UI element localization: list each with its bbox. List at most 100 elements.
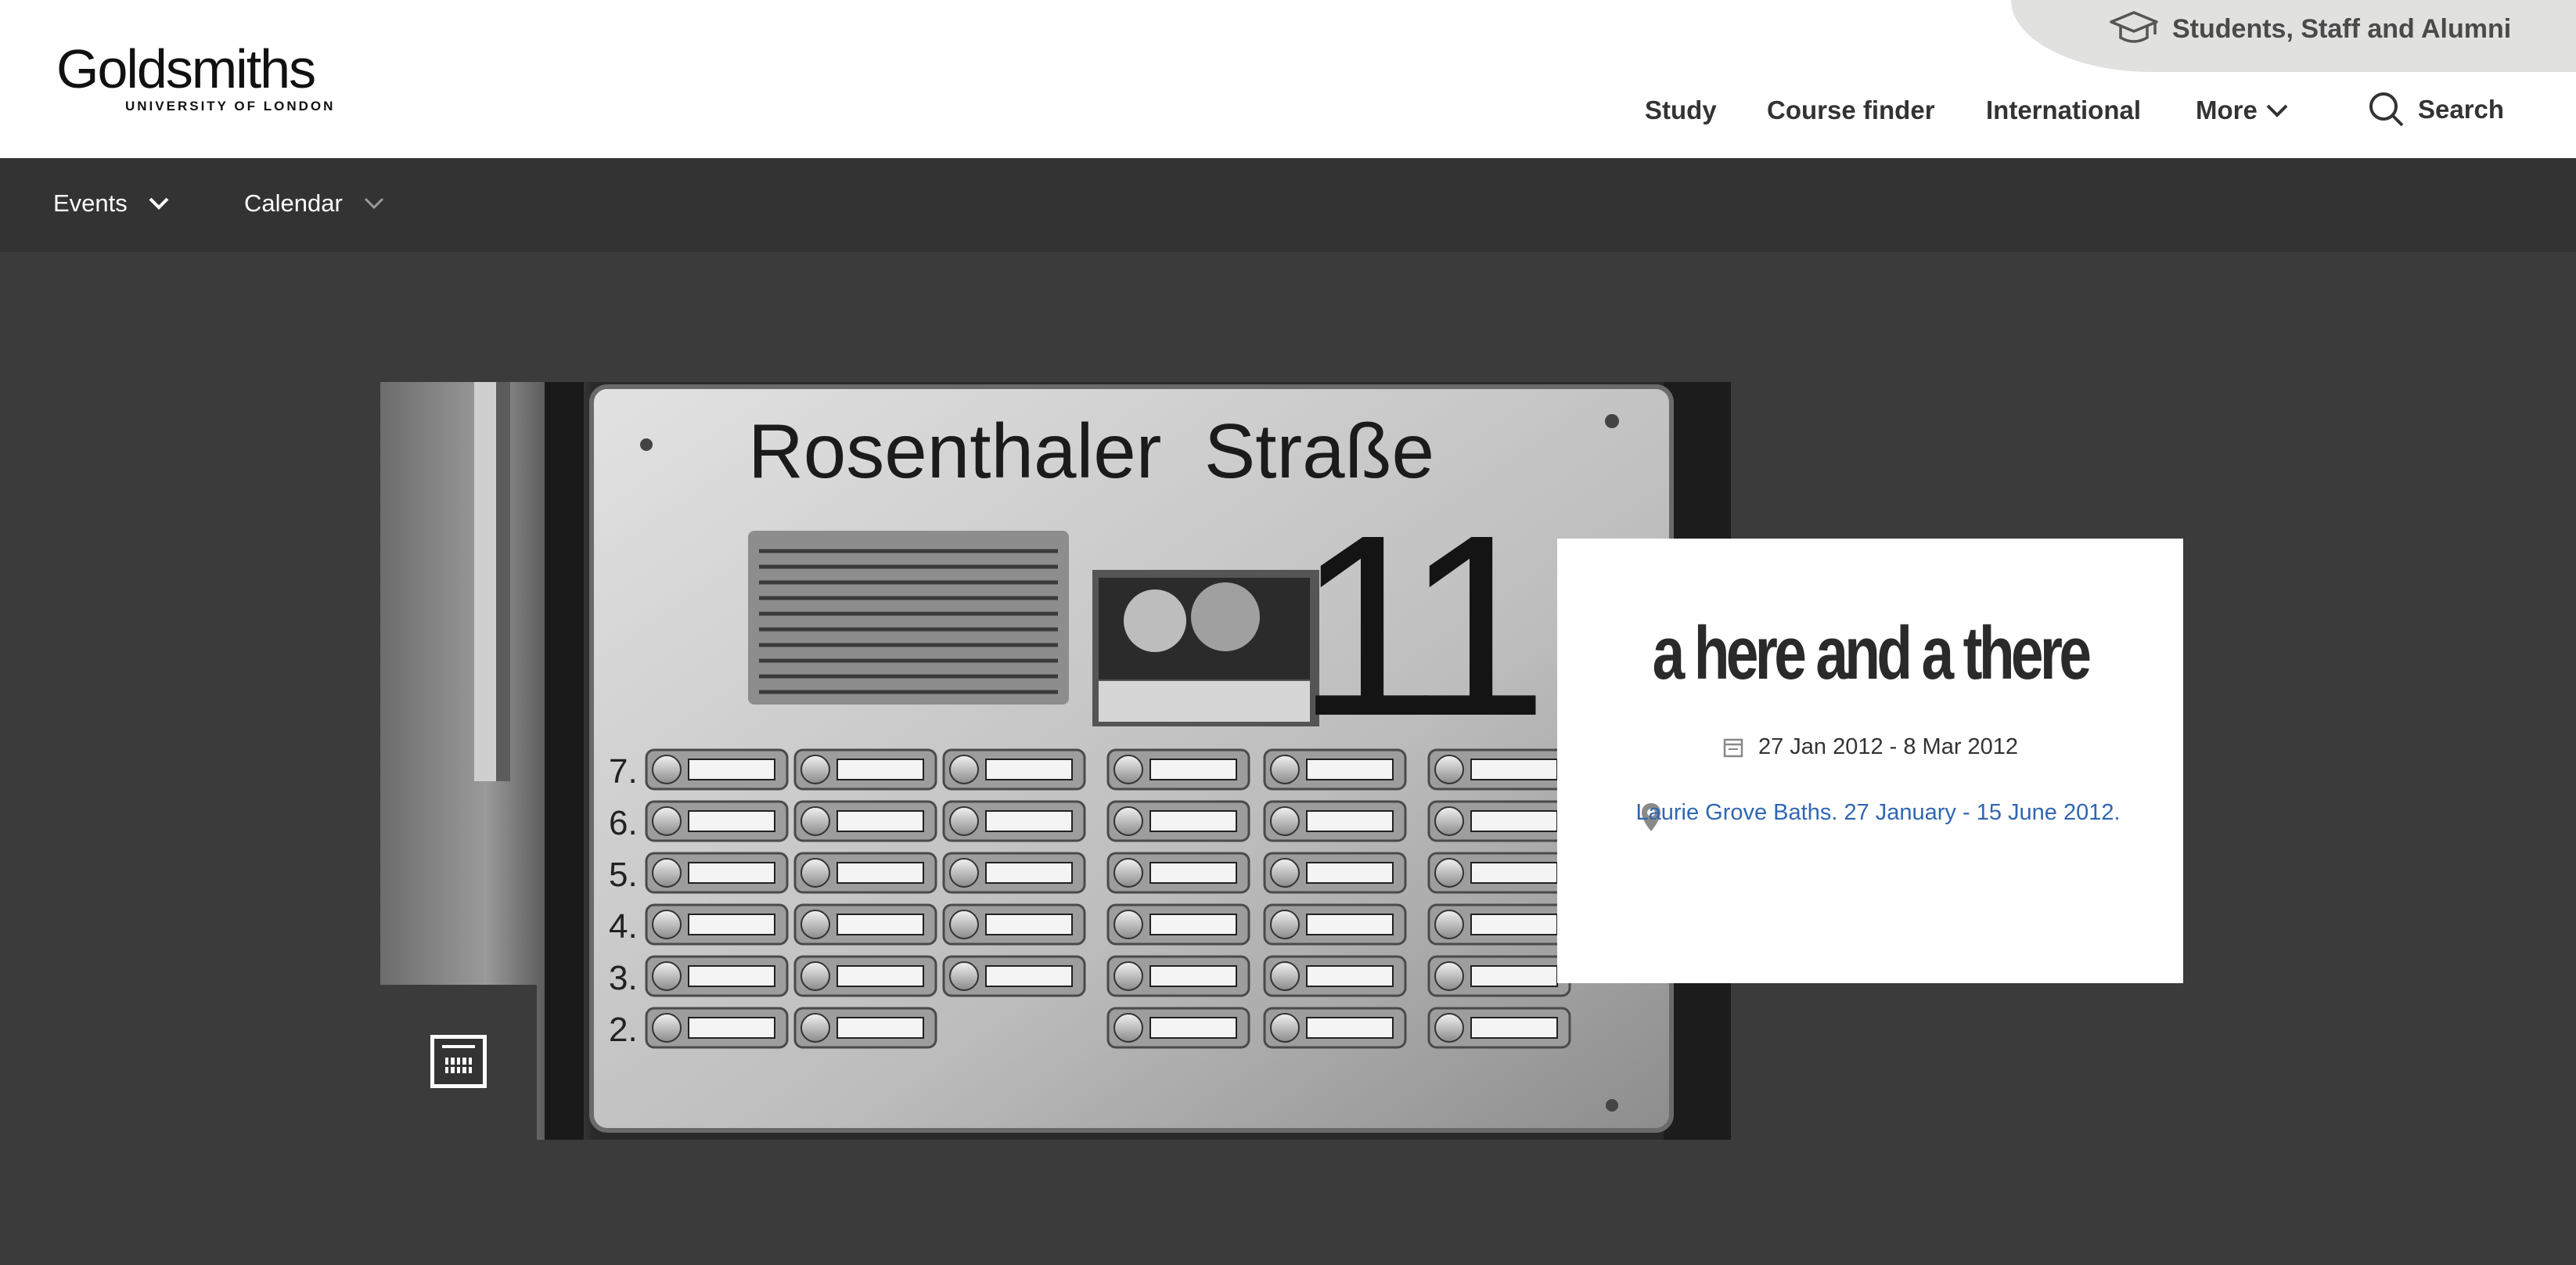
calendar-icon (1723, 738, 1743, 757)
audience-link-label: Students, Staff and Alumni (2172, 14, 2512, 44)
doorbell-button (652, 755, 682, 784)
doorbell-button (652, 1013, 682, 1043)
sticker-poster (1092, 570, 1319, 726)
doorbell-button (801, 961, 830, 991)
doorbell-name-label (1306, 965, 1394, 987)
doorbell-button (801, 806, 830, 836)
search-button[interactable]: Search (2368, 91, 2504, 128)
doorbell-button (1434, 910, 1464, 939)
doorbell-button (801, 858, 830, 888)
doorbell-button (652, 910, 682, 939)
chevron-down-icon (2266, 104, 2288, 117)
doorbell-button (1114, 961, 1143, 991)
nav-more-dropdown[interactable]: More (2196, 96, 2289, 125)
event-date: 27 Jan 2012 - 8 Mar 2012 (1557, 734, 2183, 760)
doorbell-button (949, 755, 979, 784)
doorbell-name-label (1306, 1017, 1394, 1039)
doorbell-name-label (836, 965, 924, 987)
doorbell-name-label (1149, 914, 1237, 935)
speaker-grille (748, 531, 1069, 705)
doorbell-name-label (985, 810, 1073, 832)
doorbell-button (1270, 806, 1300, 836)
logo-wordmark: Goldsmiths (56, 38, 316, 99)
doorbell-button (801, 1013, 830, 1043)
doorbell-button (1434, 806, 1464, 836)
audience-link[interactable]: Students, Staff and Alumni (2011, 0, 2576, 72)
doorbell-name-label (688, 914, 775, 935)
doorbell-button (949, 910, 979, 939)
doorbell-name-label (836, 1017, 924, 1039)
search-icon (2369, 92, 2404, 127)
floor-number: 4. (609, 907, 638, 946)
doorbell-name-label (1470, 759, 1558, 780)
doorbell-button (1434, 858, 1464, 888)
doorbell-button (1270, 961, 1300, 991)
subnav-events[interactable]: Events (53, 189, 170, 218)
doorbell-button (1434, 1013, 1464, 1043)
graduation-cap-icon (2110, 11, 2158, 43)
chevron-down-icon (149, 197, 169, 210)
doorbell-button (1114, 1013, 1143, 1043)
nav-course-finder-label: Course finder (1767, 96, 1935, 124)
doorbell-name-label (1149, 759, 1237, 780)
site-header: Goldsmiths UNIVERSITY OF LONDON Students… (0, 0, 2576, 158)
section-nav: Events Calendar (0, 158, 2576, 252)
doorbell-button (1270, 755, 1300, 784)
subnav-events-label: Events (53, 189, 128, 217)
doorbell-button (949, 961, 979, 991)
doorbell-name-label (1470, 914, 1558, 935)
doorbell-name-label (1470, 862, 1558, 884)
subnav-calendar-label: Calendar (244, 189, 343, 217)
doorbell-name-label (688, 862, 775, 884)
event-hero-image: Rosenthaler Straße 11 7. 6. 5. 4. 3. 2. (380, 382, 1731, 1140)
doorbell-button (1434, 755, 1464, 784)
search-label: Search (2418, 95, 2505, 124)
doorbell-name-label (985, 862, 1073, 884)
doorbell-button (1114, 755, 1143, 784)
doorbell-button (652, 961, 682, 991)
doorbell-button (1114, 910, 1143, 939)
doorbell-button (652, 858, 682, 888)
doorbell-name-label (1470, 810, 1558, 832)
nav-study[interactable]: Study (1645, 96, 1717, 125)
nav-course-finder[interactable]: Course finder (1767, 96, 1935, 125)
floor-number: 3. (609, 959, 638, 997)
doorbell-name-label (688, 1017, 775, 1039)
doorbell-button (1434, 961, 1464, 991)
doorbell-button (949, 806, 979, 836)
nav-study-label: Study (1645, 96, 1717, 124)
doorbell-name-label (1306, 759, 1394, 780)
doorbell-button (1270, 910, 1300, 939)
floor-number: 6. (609, 804, 638, 842)
doorbell-name-label (1470, 965, 1558, 987)
doorbell-name-label (985, 759, 1073, 780)
event-title: a here and a there (1652, 611, 2092, 695)
event-card: a here and a there 27 Jan 2012 - 8 Mar 2… (1557, 539, 2183, 983)
doorbell-name-label (1149, 810, 1237, 832)
subnav-calendar[interactable]: Calendar (244, 189, 385, 218)
doorbell-button (1270, 1013, 1300, 1043)
doorbell-name-label (1470, 1017, 1558, 1039)
chevron-down-icon (364, 197, 383, 210)
goldsmiths-logo[interactable]: Goldsmiths UNIVERSITY OF LONDON (56, 41, 335, 114)
hero-house-number: 11 (1296, 481, 1538, 769)
doorbell-name-label (836, 914, 924, 935)
floor-number: 5. (609, 856, 638, 894)
doorbell-name-label (688, 759, 775, 780)
doorbell-button (801, 755, 830, 784)
doorbell-button (652, 806, 682, 836)
event-location-link[interactable]: Laurie Grove Baths. 27 January - 15 June… (1635, 797, 2121, 828)
calendar-add-icon[interactable] (430, 1035, 487, 1088)
nav-international-label: International (1986, 96, 2142, 124)
floor-number: 2. (609, 1011, 638, 1049)
logo-subtitle: UNIVERSITY OF LONDON (125, 99, 336, 114)
doorbell-button (1114, 858, 1143, 888)
nav-international[interactable]: International (1986, 96, 2141, 125)
doorbell-name-label (688, 965, 775, 987)
doorbell-name-label (985, 914, 1073, 935)
doorbell-name-label (1149, 862, 1237, 884)
doorbell-name-label (688, 810, 775, 832)
nav-more-label: More (2196, 96, 2258, 124)
doorbell-name-label (836, 759, 924, 780)
event-date-text: 27 Jan 2012 - 8 Mar 2012 (1758, 734, 2019, 759)
